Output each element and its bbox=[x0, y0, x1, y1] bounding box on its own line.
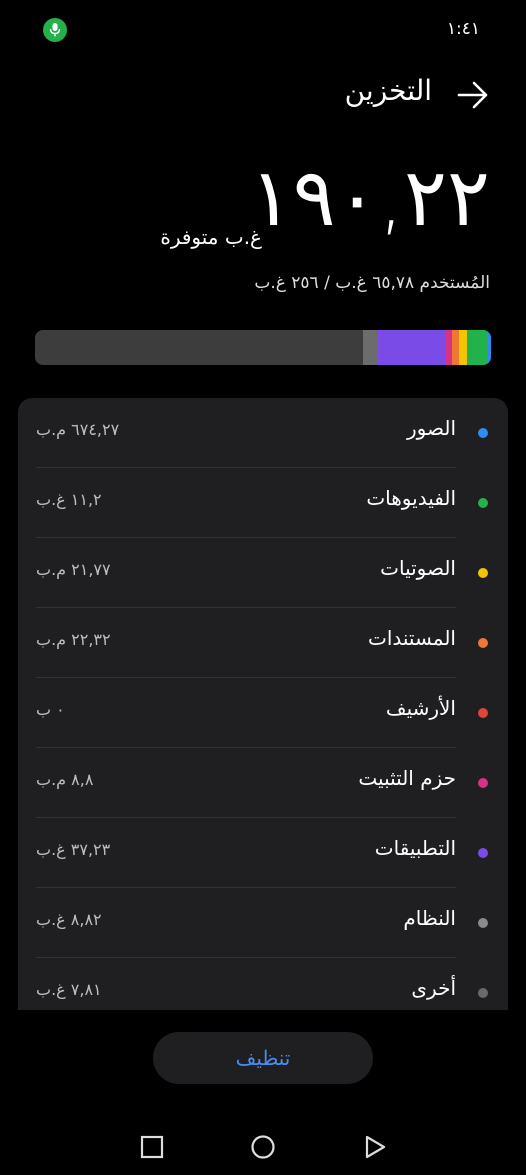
category-row[interactable]: الصوتيات ٢١,٧٧ م.ب bbox=[18, 538, 508, 608]
category-color-dot bbox=[478, 498, 488, 508]
category-label: المستندات bbox=[367, 626, 456, 650]
home-icon[interactable] bbox=[250, 1134, 276, 1160]
category-size: ٨,٨ م.ب bbox=[36, 770, 94, 789]
category-list: الصور ٦٧٤,٢٧ م.ب الفيديوهات ١١,٢ غ.ب الصوتيا… bbox=[18, 398, 508, 1010]
category-color-dot bbox=[478, 848, 488, 858]
category-label: الصور bbox=[407, 416, 456, 440]
category-label: الفيديوهات bbox=[366, 486, 456, 510]
category-size: ١١,٢ غ.ب bbox=[36, 490, 102, 509]
category-label: الأرشيف bbox=[385, 696, 456, 720]
back-arrow-icon[interactable] bbox=[456, 80, 490, 110]
usage-segment-docs bbox=[452, 330, 460, 365]
category-size: ٢١,٧٧ م.ب bbox=[36, 560, 111, 579]
category-size: ٨,٨٢ غ.ب bbox=[36, 910, 102, 929]
category-color-dot bbox=[478, 778, 488, 788]
usage-segment-audio bbox=[459, 330, 468, 365]
usage-segment-photos bbox=[486, 330, 491, 365]
microphone-icon bbox=[43, 18, 67, 42]
page-title: التخزين bbox=[344, 74, 432, 107]
free-space-unit: غ.ب متوفرة bbox=[160, 225, 262, 249]
usage-segment-install-packages bbox=[444, 330, 453, 365]
category-color-dot bbox=[478, 918, 488, 928]
category-color-dot bbox=[478, 708, 488, 718]
category-size: ٧,٨١ غ.ب bbox=[36, 980, 102, 999]
category-row[interactable]: حزم التثبيت ٨,٨ م.ب bbox=[18, 748, 508, 818]
usage-segment-videos bbox=[467, 330, 487, 365]
category-row[interactable]: المستندات ٢٢,٣٢ م.ب bbox=[18, 608, 508, 678]
used-space-text: المُستخدم ٦٥,٧٨ غ.ب / ٢٥٦ غ.ب bbox=[254, 273, 490, 293]
category-color-dot bbox=[478, 988, 488, 998]
navigation-bar bbox=[0, 1120, 526, 1175]
category-row[interactable]: الصور ٦٧٤,٢٧ م.ب bbox=[18, 398, 508, 468]
free-space-value: ١٩٠,٢٢ bbox=[249, 151, 490, 244]
category-label: التطبيقات bbox=[374, 836, 456, 860]
category-size: ٣٧,٢٣ غ.ب bbox=[36, 840, 111, 859]
category-color-dot bbox=[478, 638, 488, 648]
category-row[interactable]: أخرى ٧,٨١ غ.ب bbox=[18, 958, 508, 1010]
category-label: الصوتيات bbox=[380, 556, 456, 580]
usage-segment-apps bbox=[378, 330, 445, 365]
category-size: ٢٢,٣٢ م.ب bbox=[36, 630, 111, 649]
category-size: ٠ ب bbox=[36, 700, 65, 719]
usage-segment-system bbox=[362, 330, 379, 365]
category-label: أخرى bbox=[411, 976, 456, 1000]
recent-apps-icon[interactable] bbox=[139, 1134, 165, 1160]
category-row[interactable]: الأرشيف ٠ ب bbox=[18, 678, 508, 748]
status-time: ١:٤١ bbox=[446, 19, 480, 39]
category-size: ٦٧٤,٢٧ م.ب bbox=[36, 420, 120, 439]
status-bar: ١:٤١ bbox=[0, 0, 526, 60]
header: التخزين bbox=[0, 70, 526, 120]
category-row[interactable]: الفيديوهات ١١,٢ غ.ب bbox=[18, 468, 508, 538]
category-label: النظام bbox=[403, 906, 456, 930]
back-icon[interactable] bbox=[362, 1134, 388, 1160]
category-label: حزم التثبيت bbox=[358, 766, 456, 790]
category-row[interactable]: التطبيقات ٣٧,٢٣ غ.ب bbox=[18, 818, 508, 888]
clean-button[interactable]: تنظيف bbox=[153, 1032, 373, 1084]
storage-usage-bar bbox=[35, 330, 491, 365]
category-row[interactable]: النظام ٨,٨٢ غ.ب bbox=[18, 888, 508, 958]
category-color-dot bbox=[478, 428, 488, 438]
category-color-dot bbox=[478, 568, 488, 578]
